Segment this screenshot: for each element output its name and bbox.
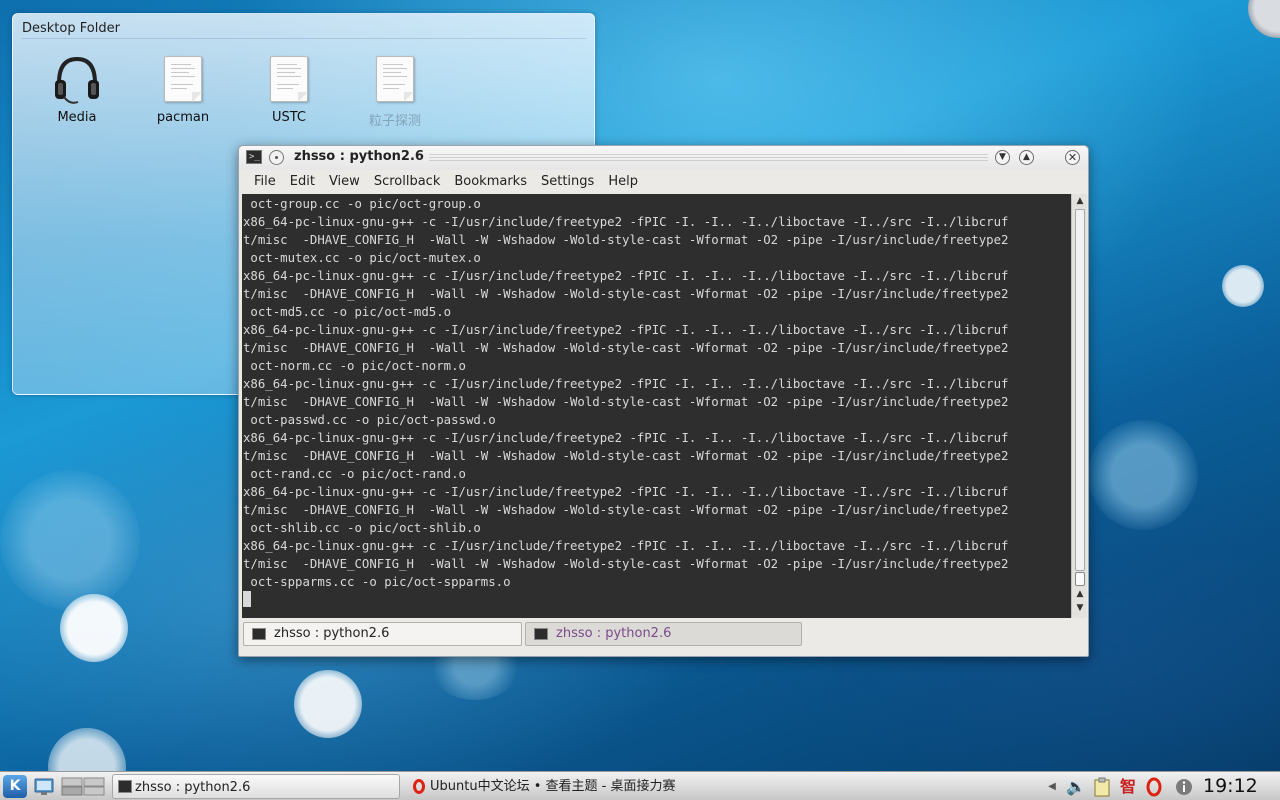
clock[interactable]: 19:12 bbox=[1203, 773, 1258, 800]
terminal-line: x86_64-pc-linux-gnu-g++ -c -I/usr/includ… bbox=[243, 323, 1009, 337]
terminal-line: x86_64-pc-linux-gnu-g++ -c -I/usr/includ… bbox=[243, 539, 1009, 553]
document-icon bbox=[270, 56, 308, 102]
ime-icon[interactable]: 智 bbox=[1118, 777, 1138, 797]
session-tabbar: zhsso : python2.6 zhsso : python2.6 bbox=[239, 618, 1088, 658]
terminal-cursor bbox=[243, 591, 251, 607]
menu-file[interactable]: File bbox=[247, 171, 283, 193]
clipboard-icon[interactable] bbox=[1092, 777, 1112, 797]
desktop-icon-label: Media bbox=[57, 110, 97, 125]
menu-view[interactable]: View bbox=[322, 171, 367, 193]
document-icon bbox=[164, 56, 202, 102]
menu-edit[interactable]: Edit bbox=[283, 171, 322, 193]
menu-settings[interactable]: Settings bbox=[534, 171, 601, 193]
desktop-icon-media[interactable]: Media bbox=[34, 50, 120, 125]
terminal-scrollbar[interactable]: ▲ ▲ ▼ bbox=[1071, 194, 1087, 618]
folder-title: Desktop Folder bbox=[22, 21, 120, 36]
desktop-icon-pacman[interactable]: pacman bbox=[140, 50, 226, 125]
terminal-line: oct-mutex.cc -o pic/oct-mutex.o bbox=[243, 251, 481, 265]
terminal-line: x86_64-pc-linux-gnu-g++ -c -I/usr/includ… bbox=[243, 377, 1009, 391]
terminal-line: t/misc -DHAVE_CONFIG_H -Wall -W -Wshadow… bbox=[243, 449, 1009, 463]
task-label: Ubuntu中文论坛 • 查看主题 - 桌面接力赛 bbox=[430, 779, 676, 794]
desktop-icon-label: 粒子探测 bbox=[368, 114, 421, 129]
terminal-line: oct-norm.cc -o pic/oct-norm.o bbox=[243, 359, 466, 373]
terminal-line: x86_64-pc-linux-gnu-g++ -c -I/usr/includ… bbox=[243, 431, 1009, 445]
task-konsole[interactable]: zhsso : python2.6 bbox=[112, 774, 400, 799]
wallpaper-bokeh bbox=[0, 470, 140, 610]
session-tab[interactable]: zhsso : python2.6 bbox=[525, 622, 802, 646]
terminal-line: t/misc -DHAVE_CONFIG_H -Wall -W -Wshadow… bbox=[243, 341, 1009, 355]
task-label: zhsso : python2.6 bbox=[135, 780, 251, 795]
scrollbar-thumb[interactable] bbox=[1075, 572, 1085, 586]
terminal-line: t/misc -DHAVE_CONFIG_H -Wall -W -Wshadow… bbox=[243, 503, 1009, 517]
scrollbar-track[interactable] bbox=[1075, 209, 1085, 571]
menu-scrollback[interactable]: Scrollback bbox=[367, 171, 448, 193]
sticky-button[interactable] bbox=[269, 150, 284, 165]
desktop-toolbox-icon[interactable] bbox=[1248, 0, 1280, 38]
document-icon bbox=[376, 56, 414, 102]
menu-help[interactable]: Help bbox=[601, 171, 645, 193]
tray-collapse-icon[interactable]: ◀ bbox=[1042, 777, 1062, 797]
terminal-line: oct-md5.cc -o pic/oct-md5.o bbox=[243, 305, 452, 319]
terminal-line: oct-shlib.cc -o pic/oct-shlib.o bbox=[243, 521, 481, 535]
menubar: File Edit View Scrollback Bookmarks Sett… bbox=[239, 170, 1088, 194]
terminal-line: x86_64-pc-linux-gnu-g++ -c -I/usr/includ… bbox=[243, 215, 1009, 229]
terminal-line: t/misc -DHAVE_CONFIG_H -Wall -W -Wshadow… bbox=[243, 395, 1009, 409]
task-opera[interactable]: Ubuntu中文论坛 • 查看主题 - 桌面接力赛 bbox=[408, 774, 692, 799]
terminal-line: t/misc -DHAVE_CONFIG_H -Wall -W -Wshadow… bbox=[243, 557, 1009, 571]
terminal-icon bbox=[252, 628, 266, 640]
maximize-button[interactable]: ▲ bbox=[1019, 150, 1034, 165]
volume-icon[interactable]: 🔈 bbox=[1066, 777, 1086, 797]
window-title: zhsso : python2.6 bbox=[294, 149, 424, 164]
terminal-line: oct-spparms.cc -o pic/oct-spparms.o bbox=[243, 575, 511, 589]
terminal-line: oct-passwd.cc -o pic/oct-passwd.o bbox=[243, 413, 496, 427]
terminal-line: oct-group.cc -o pic/oct-group.o bbox=[243, 197, 481, 211]
opera-icon bbox=[413, 779, 425, 794]
headphones-icon bbox=[55, 56, 99, 104]
opera-icon[interactable] bbox=[1144, 777, 1164, 797]
terminal-line: t/misc -DHAVE_CONFIG_H -Wall -W -Wshadow… bbox=[243, 287, 1009, 301]
tab-label: zhsso : python2.6 bbox=[556, 626, 672, 641]
desktop-icon-label: pacman bbox=[156, 110, 210, 125]
titlebar-decoration bbox=[429, 154, 988, 162]
show-desktop-icon[interactable] bbox=[34, 777, 54, 796]
kde-menu-icon[interactable]: K bbox=[3, 775, 27, 798]
desktop-icon-label: USTC bbox=[271, 110, 307, 125]
info-icon[interactable] bbox=[1174, 777, 1194, 797]
taskbar: K zhsso : python2.6 Ubuntu中文论坛 • 查看主题 - … bbox=[0, 771, 1280, 800]
scroll-down-icon[interactable]: ▼ bbox=[1074, 602, 1086, 614]
desktop-icon-particle-detection[interactable]: 粒子探测 bbox=[352, 50, 438, 129]
wallpaper-bokeh bbox=[294, 670, 362, 738]
desktop-icon-ustc[interactable]: USTC bbox=[246, 50, 332, 125]
terminal-prompt-line bbox=[242, 591, 1071, 609]
terminal-line: t/misc -DHAVE_CONFIG_H -Wall -W -Wshadow… bbox=[243, 233, 1009, 247]
konsole-window: >_ zhsso : python2.6 ▼ ▲ ✕ File Edit Vie… bbox=[238, 145, 1089, 657]
terminal-icon bbox=[534, 628, 548, 640]
wallpaper-bokeh bbox=[60, 594, 128, 662]
scroll-up-icon[interactable]: ▲ bbox=[1074, 588, 1086, 600]
terminal-output[interactable]: oct-group.cc -o pic/oct-group.o x86_64-p… bbox=[242, 194, 1071, 618]
wallpaper-bokeh bbox=[1222, 265, 1264, 307]
minimize-button[interactable]: ▼ bbox=[995, 150, 1010, 165]
session-tab[interactable]: zhsso : python2.6 bbox=[243, 622, 522, 646]
terminal-line: x86_64-pc-linux-gnu-g++ -c -I/usr/includ… bbox=[243, 269, 1009, 283]
terminal-line: oct-rand.cc -o pic/oct-rand.o bbox=[243, 467, 466, 481]
terminal-icon bbox=[118, 780, 132, 793]
menu-bookmarks[interactable]: Bookmarks bbox=[447, 171, 534, 193]
folder-title-divider bbox=[21, 38, 586, 39]
pager-icon[interactable] bbox=[61, 777, 105, 796]
wallpaper-bokeh bbox=[1088, 420, 1198, 530]
window-titlebar[interactable]: >_ zhsso : python2.6 ▼ ▲ ✕ bbox=[239, 146, 1088, 170]
close-button[interactable]: ✕ bbox=[1065, 150, 1080, 165]
tab-label: zhsso : python2.6 bbox=[274, 626, 390, 641]
terminal-line: x86_64-pc-linux-gnu-g++ -c -I/usr/includ… bbox=[243, 485, 1009, 499]
terminal-icon[interactable]: >_ bbox=[246, 150, 262, 164]
scroll-up-icon[interactable]: ▲ bbox=[1074, 195, 1086, 207]
